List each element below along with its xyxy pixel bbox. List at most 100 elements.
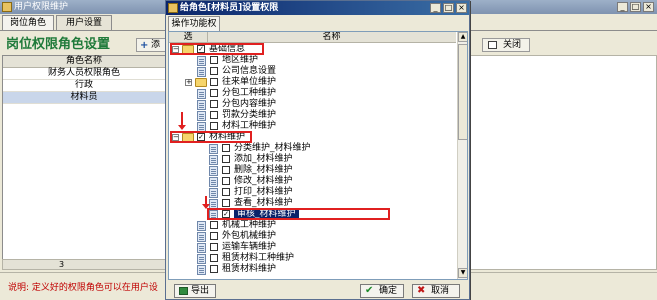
row-count: 3 [59, 260, 65, 269]
document-icon [209, 144, 218, 154]
role-grid[interactable]: 角色名称 财务人员权限角色 行政 材料员 [2, 55, 166, 260]
permission-checkbox[interactable] [210, 232, 218, 240]
permission-checkbox[interactable] [222, 177, 230, 185]
document-icon [197, 56, 206, 66]
tree-node[interactable]: 删除_材料维护 [169, 165, 456, 176]
permission-checkbox[interactable] [210, 254, 218, 262]
dialog-close-icon[interactable]: × [456, 3, 467, 13]
right-panel [470, 55, 657, 270]
tree-node[interactable]: + 往来单位维护 [169, 77, 456, 88]
permission-checkbox[interactable] [210, 265, 218, 273]
tree-node-label: 租赁材料维护 [222, 264, 277, 274]
plus-icon: + [140, 40, 149, 51]
dialog-minimize-icon[interactable]: _ [430, 3, 441, 13]
tree-node-label: 租赁材料工种维护 [222, 253, 295, 263]
permission-checkbox[interactable] [222, 199, 230, 207]
row-count-footer: 3 [2, 259, 166, 270]
tab-position-role[interactable]: 岗位角色 [2, 15, 54, 30]
tree-node[interactable]: 机械工种维护 [169, 220, 456, 231]
permission-tree[interactable]: 选 名称 − ✓ 基础信息 地区维护 公司信息设置 + 往来单位维护 分包工种维护 分包内容维护… [168, 31, 468, 280]
red-arrow-icon [202, 196, 210, 209]
document-icon [209, 155, 218, 165]
tree-node-label: 分类维护_材料维护 [234, 143, 311, 153]
document-icon [197, 67, 206, 77]
export-button-label: 导出 [191, 286, 210, 296]
tree-node[interactable]: 运输车辆维护 [169, 242, 456, 253]
tree-node-label: 往来单位维护 [222, 77, 277, 87]
document-icon [209, 166, 218, 176]
highlight-box-audit-material [207, 208, 390, 220]
tree-node[interactable]: 分类维护_材料维护 [169, 143, 456, 154]
minimize-icon[interactable]: _ [617, 2, 628, 12]
permission-checkbox[interactable] [222, 155, 230, 163]
checkmark-icon: ✔ [365, 285, 374, 296]
document-icon [197, 221, 206, 231]
grid-header-role-name: 角色名称 [3, 56, 165, 68]
permission-checkbox[interactable] [210, 56, 218, 64]
document-icon [197, 243, 206, 253]
permission-checkbox[interactable] [210, 221, 218, 229]
permission-checkbox[interactable] [210, 78, 218, 86]
tab-user-settings[interactable]: 用户设置 [56, 15, 112, 30]
permission-checkbox[interactable] [210, 243, 218, 251]
tree-node[interactable]: 租赁材料维护 [169, 264, 456, 275]
permission-checkbox[interactable] [222, 188, 230, 196]
excel-icon [179, 287, 188, 295]
exit-icon [488, 41, 497, 49]
tree-node-label: 删除_材料维护 [234, 165, 293, 175]
permission-checkbox[interactable] [222, 166, 230, 174]
dialog-title-bar: 给角色[材料员]设置权限 [166, 1, 469, 15]
close-icon[interactable]: × [643, 2, 654, 12]
tree-node[interactable]: 打印_材料维护 [169, 187, 456, 198]
note-text: 说明: 定义好的权限角色可以在用户设 [8, 283, 158, 293]
maximize-icon[interactable]: □ [630, 2, 641, 12]
tree-node-label: 添加_材料维护 [234, 154, 293, 164]
scroll-up-icon[interactable]: ▲ [458, 32, 467, 42]
tree-node[interactable]: 公司信息设置 [169, 66, 456, 77]
table-row[interactable]: 材料员 [3, 92, 165, 104]
cross-icon: ✖ [417, 285, 426, 296]
export-button[interactable]: 导出 [174, 284, 216, 298]
permission-checkbox[interactable] [210, 89, 218, 97]
column-select: 选 [169, 32, 208, 43]
permission-checkbox[interactable] [210, 67, 218, 75]
tab-operation-permissions[interactable]: 操作功能权限 [168, 16, 220, 43]
ok-button[interactable]: ✔ 确定 [360, 284, 404, 298]
scroll-down-icon[interactable]: ▼ [458, 268, 467, 278]
column-name: 名称 [322, 32, 341, 42]
tree-header: 选 名称 [169, 32, 456, 43]
expand-icon[interactable]: + [185, 79, 192, 86]
document-icon [197, 232, 206, 242]
dialog-maximize-icon[interactable]: □ [443, 3, 454, 13]
add-button-label: 添 [151, 40, 161, 50]
tree-node[interactable]: 外包机械维护 [169, 231, 456, 242]
tree-node[interactable]: 租赁材料工种维护 [169, 253, 456, 264]
tree-node[interactable]: 分包内容维护 [169, 99, 456, 110]
permission-checkbox[interactable] [210, 100, 218, 108]
tree-node[interactable]: 罚款分类维护 [169, 110, 456, 121]
close-button[interactable]: 关闭 [482, 38, 530, 52]
document-icon [197, 265, 206, 275]
permission-checkbox[interactable] [222, 144, 230, 152]
permission-checkbox[interactable] [210, 122, 218, 130]
table-row[interactable]: 财务人员权限角色 [3, 68, 165, 80]
table-row[interactable]: 行政 [3, 80, 165, 92]
tree-node[interactable]: 分包工种维护 [169, 88, 456, 99]
tree-node-label: 运输车辆维护 [222, 242, 277, 252]
ok-button-label: 确定 [379, 286, 398, 296]
dialog-app-icon [168, 3, 178, 13]
cancel-button[interactable]: ✖ 取消 [412, 284, 460, 298]
vertical-scrollbar[interactable]: ▲ ▼ [457, 32, 467, 279]
folder-icon [195, 78, 207, 87]
scroll-thumb[interactable] [458, 44, 467, 140]
permission-dialog: 给角色[材料员]设置权限 _ □ × 操作功能权限 选 名称 −✓基础信息地区维… [165, 0, 470, 300]
tree-node-label: 罚款分类维护 [222, 110, 277, 120]
document-icon [197, 100, 206, 110]
tree-node[interactable]: 添加_材料维护 [169, 154, 456, 165]
tree-node[interactable]: 修改_材料维护 [169, 176, 456, 187]
tree-node-label: 分包工种维护 [222, 88, 277, 98]
permission-checkbox[interactable] [210, 111, 218, 119]
red-arrow-icon [178, 112, 186, 130]
tree-node[interactable]: 地区维护 [169, 55, 456, 66]
tree-node-label: 机械工种维护 [222, 220, 277, 230]
